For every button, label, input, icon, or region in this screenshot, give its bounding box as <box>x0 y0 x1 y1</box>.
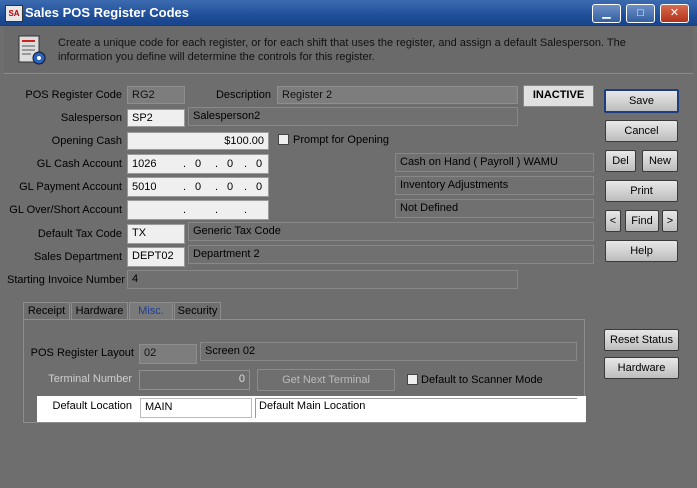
new-button[interactable]: New <box>642 150 678 172</box>
gl-over-short-account-field[interactable]: . . . <box>127 200 269 220</box>
gl-cash-account-field[interactable]: 1026 . 0 . 0 . 0 <box>127 154 269 174</box>
gl-cash-segment-1: 1026 <box>132 158 157 170</box>
gl-cash-segment-4: 0 <box>256 158 263 170</box>
gl-payment-account-label: GL Payment Account <box>19 181 122 193</box>
gl-payment-segment-3: 0 <box>227 181 234 193</box>
close-button[interactable]: ✕ <box>660 4 689 23</box>
delete-button[interactable]: Del <box>605 150 636 172</box>
gl-payment-segment-4: 0 <box>256 181 263 193</box>
pos-register-layout-field[interactable]: 02 <box>139 344 197 364</box>
app-icon[interactable]: SA <box>5 5 23 22</box>
minimize-icon: ▁ <box>602 7 611 19</box>
gl-payment-dot-2: . <box>215 181 219 193</box>
opening-cash-label: Opening Cash <box>51 135 122 147</box>
gl-payment-account-field[interactable]: 5010 . 0 . 0 . 0 <box>127 177 269 197</box>
default-to-scanner-mode-checkbox[interactable] <box>407 374 418 385</box>
reset-status-button[interactable]: Reset Status <box>604 329 679 351</box>
info-document-icon <box>18 35 46 65</box>
gl-payment-segment-2: 0 <box>195 181 202 193</box>
previous-record-button[interactable]: < <box>605 210 621 232</box>
default-location-label: Default Location <box>52 400 133 412</box>
header-text: Create a unique code for each register, … <box>58 37 626 63</box>
default-tax-code-field[interactable]: TX <box>127 224 185 244</box>
window-title: Sales POS Register Codes <box>25 5 190 20</box>
starting-invoice-number-label: Starting Invoice Number <box>7 274 125 286</box>
terminal-number-field: 0 <box>139 370 250 390</box>
minimize-button[interactable]: ▁ <box>592 4 621 23</box>
pos-register-layout-label: POS Register Layout <box>30 347 134 359</box>
default-tax-code-description: Generic Tax Code <box>188 222 594 241</box>
gl-payment-account-description: Inventory Adjustments <box>395 176 594 195</box>
tab-misc[interactable]: Misc. <box>129 302 173 320</box>
prompt-for-opening-checkbox[interactable] <box>278 134 289 145</box>
maximize-button[interactable]: □ <box>626 4 655 23</box>
sales-department-description: Department 2 <box>188 245 594 264</box>
pos-register-code-label: POS Register Code <box>25 89 122 101</box>
pos-register-layout-description: Screen 02 <box>200 342 577 361</box>
gl-cash-segment-3: 0 <box>227 158 234 170</box>
gl-payment-dot-1: . <box>183 181 187 193</box>
opening-cash-field[interactable]: $100.00 <box>127 132 269 150</box>
gl-over-short-account-description: Not Defined <box>395 199 594 218</box>
gl-cash-account-label: GL Cash Account <box>36 158 122 170</box>
gl-over-short-dot-1: . <box>183 204 187 216</box>
cancel-button[interactable]: Cancel <box>605 120 678 142</box>
salesperson-label: Salesperson <box>60 112 122 124</box>
terminal-number-label: Terminal Number <box>48 373 132 385</box>
default-location-description: Default Main Location <box>255 398 577 418</box>
tab-receipt[interactable]: Receipt <box>23 302 70 320</box>
tab-security[interactable]: Security <box>174 302 221 320</box>
app-window: SA Sales POS Register Codes ▁ □ ✕ Create… <box>0 0 697 488</box>
get-next-terminal-button: Get Next Terminal <box>257 369 395 391</box>
gl-over-short-account-label: GL Over/Short Account <box>9 204 122 216</box>
gl-cash-segment-2: 0 <box>195 158 202 170</box>
description-label: Description <box>215 89 271 101</box>
help-button[interactable]: Help <box>605 240 678 262</box>
status-badge: INACTIVE <box>523 85 594 107</box>
next-record-button[interactable]: > <box>662 210 678 232</box>
salesperson-name-display: Salesperson2 <box>188 107 518 126</box>
hardware-button[interactable]: Hardware <box>604 357 679 379</box>
info-header: Create a unique code for each register, … <box>4 26 693 72</box>
gl-over-short-dot-2: . <box>215 204 219 216</box>
sales-department-field[interactable]: DEPT02 <box>127 247 185 267</box>
header-divider <box>4 73 693 74</box>
gl-payment-dot-3: . <box>244 181 248 193</box>
print-button[interactable]: Print <box>605 180 678 202</box>
gl-over-short-dot-3: . <box>244 204 248 216</box>
gl-payment-segment-1: 5010 <box>132 181 157 193</box>
maximize-icon: □ <box>637 7 644 19</box>
gl-cash-dot-1: . <box>183 158 187 170</box>
find-button[interactable]: Find <box>625 210 659 232</box>
default-tax-code-label: Default Tax Code <box>37 228 122 240</box>
gl-cash-dot-2: . <box>215 158 219 170</box>
prompt-for-opening-label: Prompt for Opening <box>293 134 389 146</box>
starting-invoice-number-field[interactable]: 4 <box>127 270 518 289</box>
title-bar[interactable]: SA Sales POS Register Codes ▁ □ ✕ <box>0 0 697 26</box>
gl-cash-dot-3: . <box>244 158 248 170</box>
default-location-field[interactable]: MAIN <box>140 398 252 418</box>
default-to-scanner-mode-label: Default to Scanner Mode <box>421 374 543 386</box>
close-icon: ✕ <box>669 7 680 19</box>
gl-cash-account-description: Cash on Hand ( Payroll ) WAMU <box>395 153 594 172</box>
description-field[interactable]: Register 2 <box>277 86 518 104</box>
save-button[interactable]: Save <box>604 89 679 113</box>
sales-department-label: Sales Department <box>33 251 122 263</box>
tab-hardware[interactable]: Hardware <box>71 302 128 320</box>
salesperson-code-field[interactable]: SP2 <box>127 109 185 127</box>
pos-register-code-field[interactable]: RG2 <box>127 86 185 104</box>
